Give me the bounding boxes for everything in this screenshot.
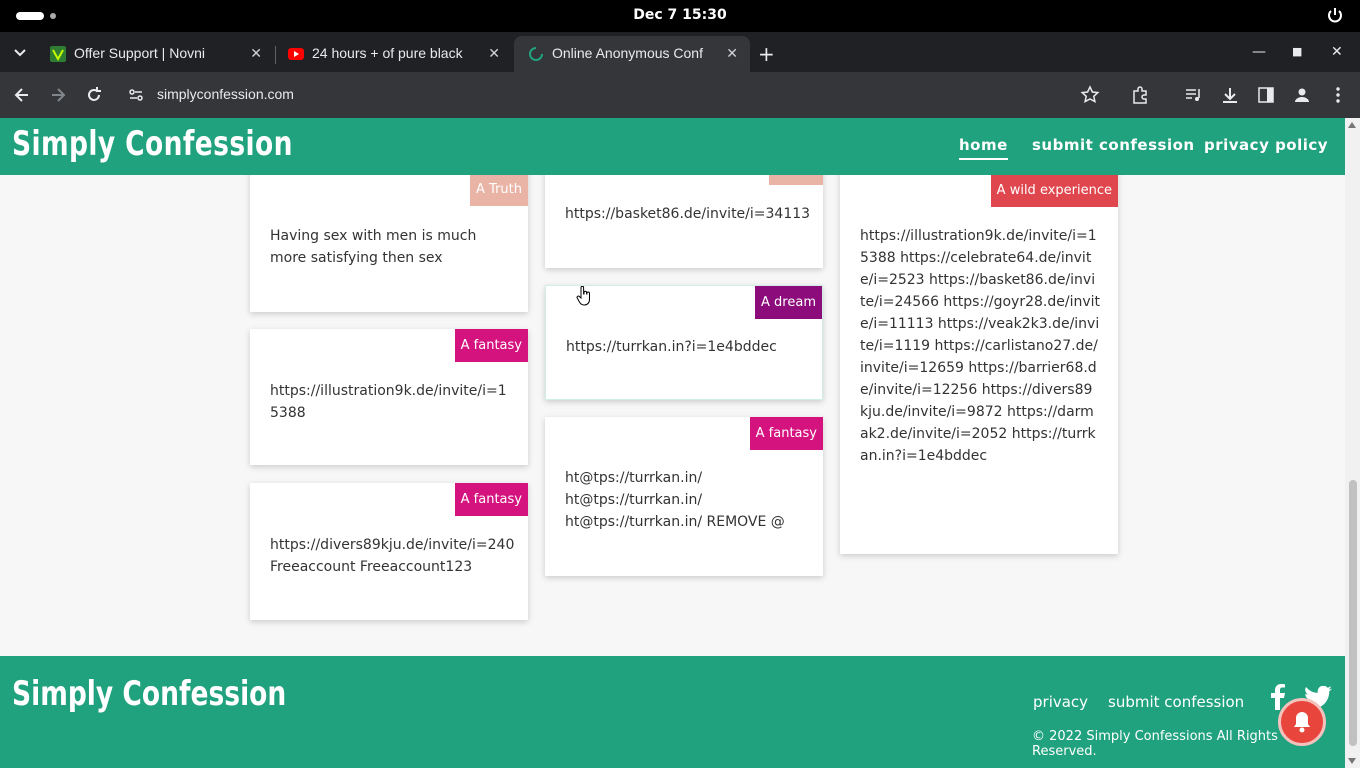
- close-tab-icon[interactable]: ✕: [488, 45, 500, 62]
- scroll-up-arrow-icon[interactable]: [1348, 122, 1356, 128]
- back-icon[interactable]: [12, 85, 32, 105]
- hand-cursor-icon: [576, 286, 590, 306]
- loading-icon: [529, 47, 543, 61]
- extensions-icon[interactable]: [1130, 85, 1150, 105]
- confession-card[interactable]: A fantasy https://divers89kju.de/invite/…: [250, 483, 528, 620]
- media-controls-icon[interactable]: [1184, 85, 1204, 105]
- tab-simply-confession[interactable]: Online Anonymous Conf ✕: [514, 36, 750, 72]
- scroll-down-arrow-icon[interactable]: [1348, 758, 1356, 764]
- bookmark-star-icon[interactable]: [1080, 85, 1100, 105]
- tab-search-chevron-icon[interactable]: [8, 42, 32, 62]
- notification-bell-button[interactable]: [1278, 698, 1326, 746]
- minimize-icon[interactable]: —: [1252, 44, 1266, 60]
- confession-card[interactable]: A fantasy ht@tps://turrkan.in/ ht@tps://…: [545, 417, 823, 576]
- profile-icon[interactable]: [1292, 85, 1312, 105]
- novni-icon: [50, 46, 66, 62]
- category-badge: A fantasy: [749, 417, 823, 450]
- tab-youtube[interactable]: 24 hours + of pure black ✕: [274, 36, 512, 72]
- confession-text: https://turrkan.in?i=1e4bddec: [566, 339, 777, 355]
- text-line: ht@tps://turrkan.in/: [565, 492, 703, 508]
- nav-submit-confession[interactable]: submit confession: [1032, 136, 1195, 154]
- footer-logo[interactable]: Simply Confession: [12, 674, 286, 714]
- category-badge: A dream: [755, 286, 822, 319]
- system-clock[interactable]: Dec 7 15:30: [0, 7, 1360, 23]
- address-bar[interactable]: simplyconfession.com: [157, 86, 294, 102]
- category-badge: A wild experience: [990, 174, 1118, 207]
- browser-tab-strip: Offer Support | Novni ✕ 24 hours + of pu…: [0, 32, 1360, 72]
- footer-submit-confession-link[interactable]: submit confession: [1108, 693, 1244, 711]
- confession-text: https://basket86.de/invite/i=34113: [565, 206, 811, 222]
- category-badge: A Truth: [470, 173, 528, 206]
- site-footer: Simply Confession privacy submit confess…: [0, 656, 1345, 768]
- confession-text: Having sex with men is much more satisfy…: [270, 228, 477, 266]
- confession-text: https://illustration9k.de/invite/i=15388…: [860, 228, 1101, 464]
- forward-icon[interactable]: [48, 85, 68, 105]
- youtube-icon: [288, 48, 304, 60]
- site-header: Simply Confession home submit confession…: [0, 118, 1345, 175]
- confession-card[interactable]: A fantasy https://illustration9k.de/invi…: [250, 329, 528, 465]
- category-badge: A fantasy: [454, 483, 528, 516]
- power-icon[interactable]: [1326, 6, 1344, 24]
- side-panel-icon[interactable]: [1256, 85, 1276, 105]
- site-settings-icon[interactable]: [126, 85, 146, 105]
- text-line: ht@tps://turrkan.in/: [565, 470, 703, 486]
- page-viewport: A Truth Having sex with men is much more…: [0, 118, 1345, 768]
- confession-text: https://illustration9k.de/invite/i=15388: [270, 383, 507, 421]
- footer-privacy-link[interactable]: privacy: [1033, 693, 1088, 711]
- nav-privacy-policy[interactable]: privacy policy: [1204, 136, 1328, 154]
- new-tab-icon[interactable]: +: [758, 42, 775, 66]
- tab-novni[interactable]: Offer Support | Novni ✕: [36, 36, 274, 72]
- bell-icon: [1294, 712, 1310, 733]
- reload-icon[interactable]: [84, 85, 104, 105]
- more-menu-icon[interactable]: [1328, 85, 1348, 105]
- nav-home[interactable]: home: [959, 136, 1008, 160]
- site-logo[interactable]: Simply Confession: [12, 124, 293, 164]
- category-badge: A fantasy: [454, 329, 528, 362]
- confession-card[interactable]: A wild experience https://illustration9k…: [840, 118, 1118, 554]
- close-tab-icon[interactable]: ✕: [726, 45, 738, 62]
- scrollbar-thumb[interactable]: [1349, 480, 1357, 746]
- text-line: ht@tps://turrkan.in/ REMOVE @: [565, 514, 785, 530]
- download-icon[interactable]: [1220, 85, 1240, 105]
- maximize-icon[interactable]: ■: [1292, 45, 1302, 58]
- confession-text: https://divers89kju.de/invite/i=240 Free…: [270, 537, 515, 575]
- system-top-bar: Dec 7 15:30: [0, 0, 1360, 32]
- close-window-icon[interactable]: ✕: [1331, 44, 1343, 60]
- page-scrollbar[interactable]: [1345, 118, 1360, 768]
- confession-text: ht@tps://turrkan.in/ ht@tps://turrkan.in…: [565, 467, 805, 533]
- tab-title: Online Anonymous Conf: [552, 45, 703, 61]
- close-tab-icon[interactable]: ✕: [250, 45, 262, 62]
- tab-title: Offer Support | Novni: [74, 45, 205, 61]
- browser-toolbar: simplyconfession.com: [0, 72, 1360, 118]
- tab-title: 24 hours + of pure black: [312, 45, 463, 61]
